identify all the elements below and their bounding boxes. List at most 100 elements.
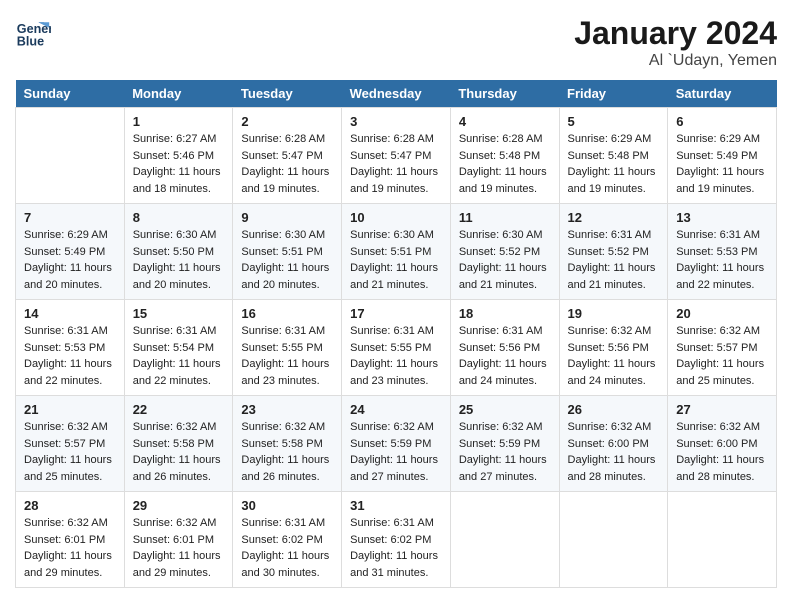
calendar-cell: 4Sunrise: 6:28 AMSunset: 5:48 PMDaylight… xyxy=(450,108,559,204)
calendar-cell: 25Sunrise: 6:32 AMSunset: 5:59 PMDayligh… xyxy=(450,396,559,492)
calendar-cell: 27Sunrise: 6:32 AMSunset: 6:00 PMDayligh… xyxy=(668,396,777,492)
day-info: Sunrise: 6:28 AMSunset: 5:48 PMDaylight:… xyxy=(459,131,551,197)
calendar-cell: 1 Sunrise: 6:27 AMSunset: 5:46 PMDaylight… xyxy=(124,108,233,204)
logo-icon: General Blue xyxy=(15,15,51,51)
day-info: Sunrise: 6:27 AMSunset: 5:46 PMDaylight:… xyxy=(133,131,225,197)
day-number: 21 xyxy=(24,402,116,417)
header-cell-wednesday: Wednesday xyxy=(342,80,451,108)
day-info: Sunrise: 6:31 AMSunset: 6:02 PMDaylight:… xyxy=(241,515,333,581)
week-row-2: 14Sunrise: 6:31 AMSunset: 5:53 PMDayligh… xyxy=(16,300,777,396)
day-number: 14 xyxy=(24,306,116,321)
calendar-cell: 5 Sunrise: 6:29 AMSunset: 5:48 PMDaylight… xyxy=(559,108,668,204)
header-cell-monday: Monday xyxy=(124,80,233,108)
calendar-cell: 24 Sunrise: 6:32 AMSunset: 5:59 PMDayligh… xyxy=(342,396,451,492)
calendar-cell: 31 Sunrise: 6:31 AMSunset: 6:02 PMDayligh… xyxy=(342,492,451,588)
day-number: 24 xyxy=(350,402,442,417)
day-number: 18 xyxy=(459,306,551,321)
calendar-cell: 26 Sunrise: 6:32 AMSunset: 6:00 PMDayligh… xyxy=(559,396,668,492)
day-info: Sunrise: 6:32 AMSunset: 6:00 PMDaylight:… xyxy=(568,419,660,485)
calendar-cell: 18 Sunrise: 6:31 AMSunset: 5:56 PMDayligh… xyxy=(450,300,559,396)
logo: General Blue xyxy=(15,15,51,51)
location-title: Al `Udayn, Yemen xyxy=(574,52,777,70)
day-number: 6 xyxy=(676,114,768,129)
page-header: General Blue January 2024 Al `Udayn, Yem… xyxy=(15,15,777,70)
day-info: Sunrise: 6:32 AMSunset: 5:59 PMDaylight:… xyxy=(350,419,442,485)
day-number: 15 xyxy=(133,306,225,321)
calendar-cell: 15 Sunrise: 6:31 AMSunset: 5:54 PMDayligh… xyxy=(124,300,233,396)
day-info: Sunrise: 6:29 AMSunset: 5:49 PMDaylight:… xyxy=(24,227,116,293)
day-info: Sunrise: 6:29 AMSunset: 5:48 PMDaylight:… xyxy=(568,131,660,197)
day-number: 13 xyxy=(676,210,768,225)
day-number: 10 xyxy=(350,210,442,225)
calendar-cell: 20 Sunrise: 6:32 AMSunset: 5:57 PMDayligh… xyxy=(668,300,777,396)
day-number: 1 xyxy=(133,114,225,129)
day-number: 20 xyxy=(676,306,768,321)
calendar-cell: 22 Sunrise: 6:32 AMSunset: 5:58 PMDayligh… xyxy=(124,396,233,492)
day-info: Sunrise: 6:28 AMSunset: 5:47 PMDaylight:… xyxy=(241,131,333,197)
day-number: 26 xyxy=(568,402,660,417)
day-info: Sunrise: 6:32 AMSunset: 5:57 PMDaylight:… xyxy=(24,419,116,485)
day-number: 31 xyxy=(350,498,442,513)
calendar-cell: 9Sunrise: 6:30 AMSunset: 5:51 PMDaylight… xyxy=(233,204,342,300)
calendar-cell: 23 Sunrise: 6:32 AMSunset: 5:58 PMDayligh… xyxy=(233,396,342,492)
day-number: 28 xyxy=(24,498,116,513)
day-info: Sunrise: 6:30 AMSunset: 5:50 PMDaylight:… xyxy=(133,227,225,293)
day-info: Sunrise: 6:31 AMSunset: 5:53 PMDaylight:… xyxy=(676,227,768,293)
day-number: 29 xyxy=(133,498,225,513)
day-number: 22 xyxy=(133,402,225,417)
day-number: 17 xyxy=(350,306,442,321)
calendar-cell: 29 Sunrise: 6:32 AMSunset: 6:01 PMDayligh… xyxy=(124,492,233,588)
day-number: 23 xyxy=(241,402,333,417)
calendar-cell: 13 Sunrise: 6:31 AMSunset: 5:53 PMDayligh… xyxy=(668,204,777,300)
week-row-0: 1 Sunrise: 6:27 AMSunset: 5:46 PMDaylight… xyxy=(16,108,777,204)
svg-text:Blue: Blue xyxy=(17,35,44,49)
day-number: 30 xyxy=(241,498,333,513)
day-number: 8 xyxy=(133,210,225,225)
day-info: Sunrise: 6:31 AMSunset: 5:56 PMDaylight:… xyxy=(459,323,551,389)
day-info: Sunrise: 6:31 AMSunset: 6:02 PMDaylight:… xyxy=(350,515,442,581)
day-number: 19 xyxy=(568,306,660,321)
day-info: Sunrise: 6:32 AMSunset: 5:56 PMDaylight:… xyxy=(568,323,660,389)
day-number: 5 xyxy=(568,114,660,129)
day-number: 7 xyxy=(24,210,116,225)
calendar-cell: 12 Sunrise: 6:31 AMSunset: 5:52 PMDayligh… xyxy=(559,204,668,300)
calendar-cell: 8 Sunrise: 6:30 AMSunset: 5:50 PMDaylight… xyxy=(124,204,233,300)
header-cell-saturday: Saturday xyxy=(668,80,777,108)
day-info: Sunrise: 6:32 AMSunset: 5:57 PMDaylight:… xyxy=(676,323,768,389)
calendar-cell xyxy=(668,492,777,588)
month-title: January 2024 xyxy=(574,15,777,52)
day-number: 11 xyxy=(459,210,551,225)
calendar-body: 1 Sunrise: 6:27 AMSunset: 5:46 PMDaylight… xyxy=(16,108,777,588)
calendar-cell: 6 Sunrise: 6:29 AMSunset: 5:49 PMDaylight… xyxy=(668,108,777,204)
calendar-cell: 2Sunrise: 6:28 AMSunset: 5:47 PMDaylight… xyxy=(233,108,342,204)
day-info: Sunrise: 6:32 AMSunset: 6:01 PMDaylight:… xyxy=(24,515,116,581)
day-number: 12 xyxy=(568,210,660,225)
header-cell-sunday: Sunday xyxy=(16,80,125,108)
day-number: 16 xyxy=(241,306,333,321)
day-info: Sunrise: 6:31 AMSunset: 5:55 PMDaylight:… xyxy=(241,323,333,389)
day-number: 25 xyxy=(459,402,551,417)
calendar-cell: 7 Sunrise: 6:29 AMSunset: 5:49 PMDaylight… xyxy=(16,204,125,300)
header-cell-friday: Friday xyxy=(559,80,668,108)
day-info: Sunrise: 6:28 AMSunset: 5:47 PMDaylight:… xyxy=(350,131,442,197)
calendar-cell xyxy=(450,492,559,588)
calendar-cell: 3 Sunrise: 6:28 AMSunset: 5:47 PMDaylight… xyxy=(342,108,451,204)
header-cell-tuesday: Tuesday xyxy=(233,80,342,108)
day-info: Sunrise: 6:31 AMSunset: 5:54 PMDaylight:… xyxy=(133,323,225,389)
title-block: January 2024 Al `Udayn, Yemen xyxy=(574,15,777,70)
calendar-cell xyxy=(559,492,668,588)
day-info: Sunrise: 6:32 AMSunset: 5:58 PMDaylight:… xyxy=(133,419,225,485)
day-number: 3 xyxy=(350,114,442,129)
week-row-1: 7 Sunrise: 6:29 AMSunset: 5:49 PMDaylight… xyxy=(16,204,777,300)
day-number: 9 xyxy=(241,210,333,225)
day-info: Sunrise: 6:30 AMSunset: 5:52 PMDaylight:… xyxy=(459,227,551,293)
day-info: Sunrise: 6:32 AMSunset: 5:58 PMDaylight:… xyxy=(241,419,333,485)
week-row-3: 21 Sunrise: 6:32 AMSunset: 5:57 PMDayligh… xyxy=(16,396,777,492)
day-info: Sunrise: 6:32 AMSunset: 6:01 PMDaylight:… xyxy=(133,515,225,581)
day-number: 27 xyxy=(676,402,768,417)
calendar-cell: 10Sunrise: 6:30 AMSunset: 5:51 PMDayligh… xyxy=(342,204,451,300)
calendar-cell: 16 Sunrise: 6:31 AMSunset: 5:55 PMDayligh… xyxy=(233,300,342,396)
day-info: Sunrise: 6:29 AMSunset: 5:49 PMDaylight:… xyxy=(676,131,768,197)
day-info: Sunrise: 6:31 AMSunset: 5:52 PMDaylight:… xyxy=(568,227,660,293)
calendar-cell: 30 Sunrise: 6:31 AMSunset: 6:02 PMDayligh… xyxy=(233,492,342,588)
